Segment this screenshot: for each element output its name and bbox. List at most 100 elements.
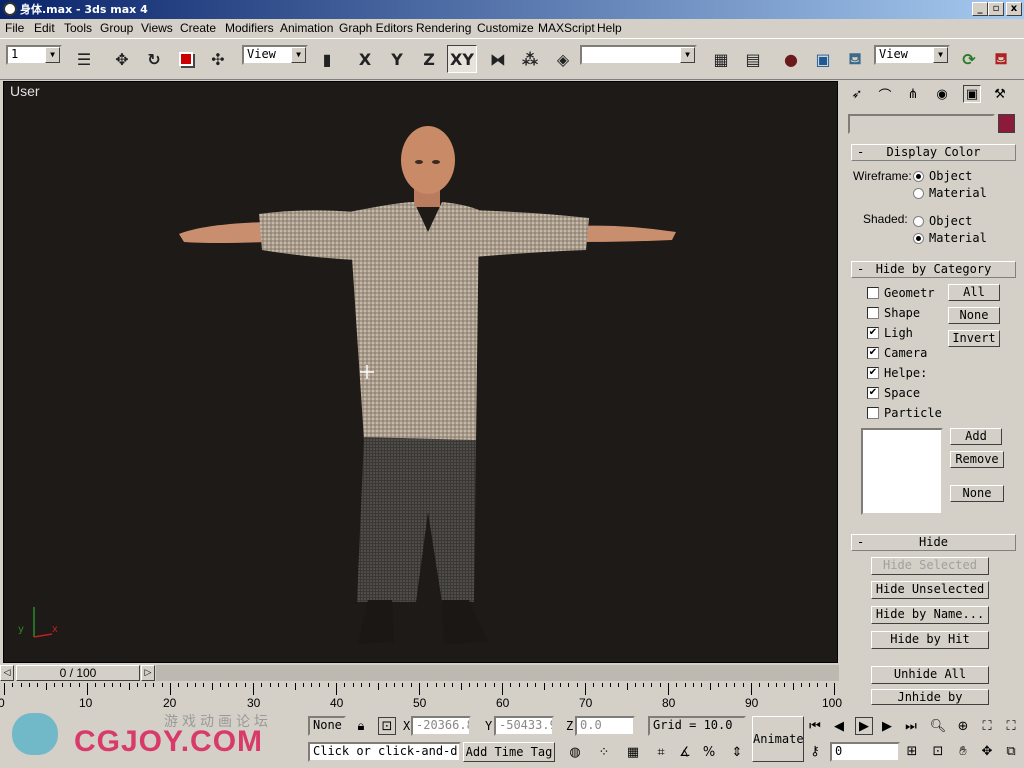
move-icon[interactable]: ✥ bbox=[109, 45, 135, 73]
select-by-name-icon[interactable]: ☰ bbox=[71, 45, 97, 73]
spinner-snap-icon[interactable]: ⇕ bbox=[728, 743, 746, 761]
maximize-button[interactable]: ▫ bbox=[988, 2, 1004, 16]
menu-views[interactable]: Views bbox=[141, 21, 173, 35]
time-prev-icon[interactable]: ◁ bbox=[0, 665, 14, 681]
menu-tools[interactable]: Tools bbox=[64, 21, 92, 35]
wireframe-object-radio[interactable] bbox=[913, 171, 924, 182]
next-frame-icon[interactable]: ▶ bbox=[878, 717, 896, 735]
menu-group[interactable]: Group bbox=[100, 21, 133, 35]
render-type-dropdown[interactable]: View ▼ bbox=[874, 45, 950, 65]
go-to-end-icon[interactable]: ⏭ bbox=[902, 717, 920, 735]
manipulate-icon[interactable]: ✣ bbox=[205, 45, 231, 73]
unhide-by-name-button[interactable]: Jnhide by Name... bbox=[871, 689, 989, 705]
hierarchy-tab-icon[interactable]: ⋔ bbox=[904, 85, 922, 103]
time-config-icon[interactable]: ⊞ bbox=[903, 742, 921, 760]
menu-customize[interactable]: Customize bbox=[477, 21, 534, 35]
menu-graph-editors[interactable]: Graph Editors bbox=[339, 21, 413, 35]
previous-frame-icon[interactable]: ◀ bbox=[830, 717, 848, 735]
menu-modifiers[interactable]: Modifiers bbox=[225, 21, 274, 35]
axis-z-button[interactable]: Z bbox=[416, 45, 442, 73]
mirror-icon[interactable]: ⧓ bbox=[485, 45, 511, 73]
category-filter-list[interactable] bbox=[861, 428, 943, 515]
axis-x-button[interactable]: X bbox=[352, 45, 378, 73]
min-max-toggle-icon[interactable]: ⧉ bbox=[1002, 742, 1020, 760]
category-particles-checkbox[interactable] bbox=[867, 407, 879, 419]
menu-rendering[interactable]: Rendering bbox=[416, 21, 471, 35]
material-editor-icon[interactable]: ● bbox=[778, 45, 804, 73]
arc-rotate-icon[interactable]: ✥ bbox=[978, 742, 996, 760]
align-icon[interactable]: ◈ bbox=[550, 45, 576, 73]
category-all-button[interactable]: All bbox=[948, 284, 1000, 301]
zoom-extents-all-icon[interactable]: ⛶ bbox=[1002, 717, 1020, 735]
axis-xy-button[interactable]: XY bbox=[447, 45, 477, 73]
region-zoom-icon[interactable]: ⊡ bbox=[929, 742, 947, 760]
display-color-rollout-header[interactable]: - Display Color bbox=[851, 144, 1016, 161]
rotate-icon[interactable]: ↻ bbox=[141, 45, 167, 73]
go-to-start-icon[interactable]: ⏮ bbox=[806, 717, 824, 735]
add-time-tag-button[interactable]: Add Time Tag bbox=[463, 742, 555, 762]
category-filter-none-button[interactable]: None bbox=[950, 485, 1004, 502]
shaded-object-radio[interactable] bbox=[913, 216, 924, 227]
category-shape-checkbox[interactable] bbox=[867, 307, 879, 319]
time-slider-bar[interactable] bbox=[156, 665, 839, 681]
reference-coord-dropdown[interactable]: View ▼ bbox=[242, 45, 308, 65]
active-shade-icon[interactable]: ⛾ bbox=[988, 45, 1014, 73]
window-crossing-icon[interactable]: ⁘ bbox=[595, 743, 613, 761]
time-slider-thumb[interactable]: 0 / 100 bbox=[16, 665, 140, 681]
y-coord-field[interactable]: -50433.9 bbox=[494, 716, 554, 736]
percent-snap-icon[interactable]: % bbox=[700, 743, 718, 761]
zoom-extents-icon[interactable]: ⛶ bbox=[978, 717, 996, 735]
menu-animation[interactable]: Animation bbox=[280, 21, 333, 35]
hide-by-hit-button[interactable]: Hide by Hit bbox=[871, 631, 989, 649]
quick-render-icon[interactable]: ⛾ bbox=[842, 45, 868, 73]
menu-create[interactable]: Create bbox=[180, 21, 216, 35]
modify-tab-icon[interactable]: ⌒ bbox=[876, 85, 894, 104]
category-geometry-checkbox[interactable] bbox=[867, 287, 879, 299]
scale-icon[interactable] bbox=[173, 45, 199, 73]
hide-selected-button[interactable]: Hide Selected bbox=[871, 557, 989, 575]
menu-maxscript[interactable]: MAXScript bbox=[538, 21, 595, 35]
wireframe-material-radio[interactable] bbox=[913, 188, 924, 199]
category-lights-checkbox[interactable]: ✔ bbox=[867, 327, 879, 339]
utilities-tab-icon[interactable]: ⚒ bbox=[991, 85, 1009, 103]
unhide-all-button[interactable]: Unhide All bbox=[871, 666, 989, 684]
track-bar[interactable]: 0 10 20 30 40 50 60 70 80 90 100 bbox=[0, 683, 842, 711]
zoom-icon[interactable]: 🔍︎ bbox=[929, 717, 947, 735]
key-mode-icon[interactable]: ⚷ bbox=[806, 742, 824, 760]
animate-button[interactable]: Animate bbox=[752, 716, 804, 762]
absolute-mode-icon[interactable]: ⊡ bbox=[378, 717, 396, 735]
close-button[interactable]: x bbox=[1006, 2, 1022, 16]
named-selection-dropdown[interactable]: ▼ bbox=[580, 45, 697, 65]
create-tab-icon[interactable]: ➶ bbox=[848, 85, 866, 103]
menu-edit[interactable]: Edit bbox=[34, 21, 55, 35]
category-remove-button[interactable]: Remove bbox=[950, 451, 1004, 468]
display-tab-icon[interactable]: ▣ bbox=[963, 85, 981, 103]
time-next-icon[interactable]: ▷ bbox=[141, 665, 155, 681]
hide-by-category-rollout-header[interactable]: - Hide by Category bbox=[851, 261, 1016, 278]
hide-rollout-header[interactable]: - Hide bbox=[851, 534, 1016, 551]
current-frame-field[interactable]: 0 bbox=[830, 742, 900, 762]
x-coord-field[interactable]: -20366.8 bbox=[411, 716, 471, 736]
object-name-field[interactable] bbox=[848, 114, 995, 134]
array-icon[interactable]: ⁂ bbox=[517, 45, 543, 73]
degradation-override-icon[interactable]: ▦ bbox=[624, 743, 642, 761]
shaded-material-radio[interactable] bbox=[913, 233, 924, 244]
motion-tab-icon[interactable]: ◉ bbox=[933, 85, 951, 103]
z-coord-field[interactable]: 0.0 bbox=[575, 716, 635, 736]
category-add-button[interactable]: Add bbox=[950, 428, 1002, 445]
zoom-all-icon[interactable]: ⊕ bbox=[954, 717, 972, 735]
play-icon[interactable]: ▶ bbox=[855, 717, 873, 735]
hide-by-name-button[interactable]: Hide by Name... bbox=[871, 606, 989, 624]
object-color-swatch[interactable] bbox=[998, 114, 1015, 133]
pivot-icon[interactable]: ▮ bbox=[314, 45, 340, 73]
perspective-viewport[interactable]: User x y bbox=[3, 81, 838, 663]
category-invert-button[interactable]: Invert bbox=[948, 330, 1000, 347]
category-cameras-checkbox[interactable]: ✔ bbox=[867, 347, 879, 359]
snaps-icon[interactable]: ◍ bbox=[566, 743, 584, 761]
render-last-icon[interactable]: ⟳ bbox=[956, 45, 982, 73]
track-view-icon[interactable]: ▦ bbox=[708, 45, 734, 73]
hide-unselected-button[interactable]: Hide Unselected bbox=[871, 581, 989, 599]
category-none-button[interactable]: None bbox=[948, 307, 1000, 324]
pan-icon[interactable]: ✋︎ bbox=[954, 742, 972, 760]
lock-icon[interactable]: 🔒︎ bbox=[352, 717, 370, 735]
